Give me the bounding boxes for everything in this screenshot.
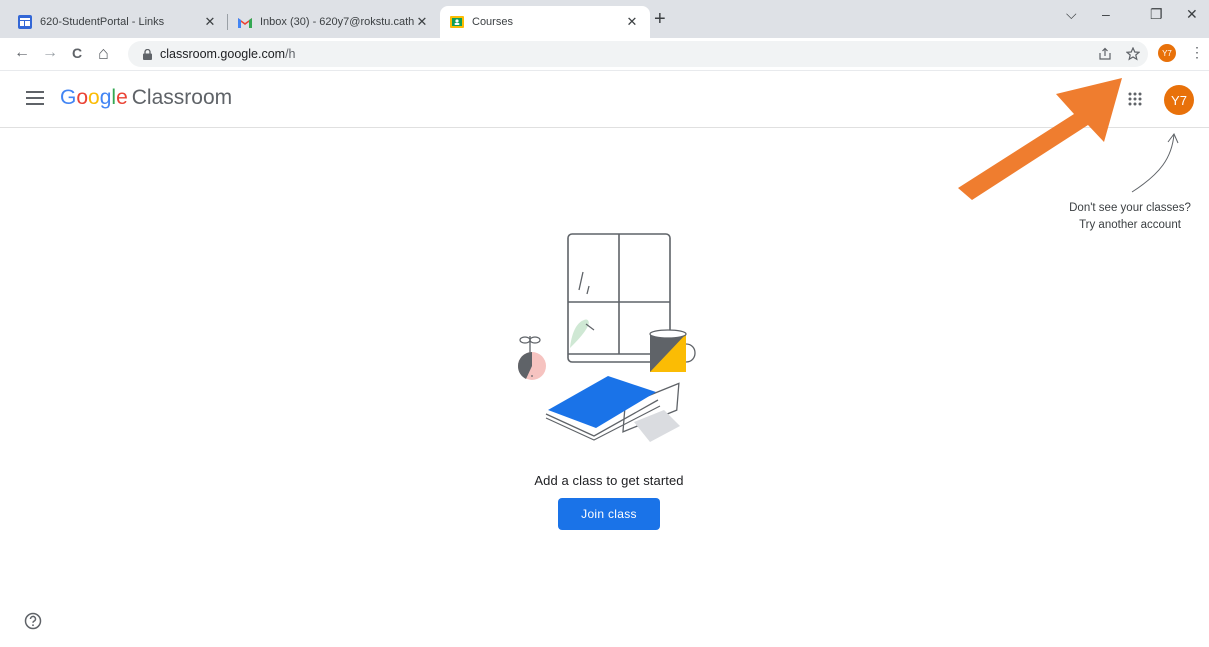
minimize-button[interactable]: – (1102, 6, 1110, 22)
account-avatar[interactable]: Y7 (1164, 85, 1194, 115)
annotation-arrow-icon (958, 78, 1122, 200)
home-button[interactable]: ⌂ (98, 42, 109, 64)
product-name: Classroom (131, 86, 233, 109)
tab-close-icon[interactable]: ✕ (414, 14, 430, 30)
tab-close-icon[interactable]: ✕ (624, 14, 640, 30)
logo-letter: o (76, 86, 89, 109)
empty-state-message: Add a class to get started (534, 473, 684, 488)
browser-menu-icon[interactable]: ⋮ (1190, 44, 1204, 61)
sites-icon (18, 15, 32, 29)
tab-close-icon[interactable]: ✕ (202, 14, 218, 30)
join-class-button[interactable]: Join class (558, 498, 660, 530)
tab-gmail-inbox[interactable]: Inbox (30) - 620y7@rokstu.cathol ✕ (228, 6, 440, 38)
forward-button[interactable]: → (42, 42, 58, 64)
hint-line-2: Try another account (1079, 219, 1181, 231)
bookmark-star-icon[interactable] (1126, 47, 1140, 61)
hint-line-1: Don't see your classes? (1069, 202, 1191, 214)
tab-title: Inbox (30) - 620y7@rokstu.cathol (260, 16, 414, 28)
restore-button[interactable]: ❐ (1150, 6, 1163, 23)
google-classroom-logo[interactable]: Google Classroom (60, 86, 232, 110)
lock-icon[interactable] (142, 48, 152, 60)
tab-search-icon[interactable]: ⌵ (1066, 6, 1077, 23)
browser-toolbar: ← → C ⌂ classroom.google.com/h Y7 ⋮ (0, 38, 1209, 71)
main-menu-icon[interactable] (26, 91, 44, 105)
logo-letter: o (88, 86, 100, 109)
share-icon[interactable] (1098, 47, 1112, 61)
back-button[interactable]: ← (14, 42, 30, 64)
gmail-icon (238, 15, 252, 29)
tab-title: Courses (472, 16, 513, 28)
address-bar[interactable]: classroom.google.com/h (128, 41, 1148, 67)
logo-letter: e (116, 86, 128, 109)
new-tab-button[interactable]: + (654, 9, 666, 29)
url-path: /h (285, 47, 296, 61)
tab-courses[interactable]: Courses ✕ (440, 6, 650, 38)
switch-account-hint: Don't see your classes? Try another acco… (1052, 200, 1208, 234)
logo-letter: g (99, 86, 112, 109)
url-text[interactable]: classroom.google.com/h (160, 47, 296, 61)
help-icon[interactable] (24, 612, 42, 630)
close-window-button[interactable]: ✕ (1186, 6, 1198, 23)
tab-title: 620-StudentPortal - Links (40, 16, 165, 28)
empty-state-illustration (517, 233, 696, 442)
google-apps-icon[interactable] (1128, 92, 1142, 106)
url-host: classroom.google.com (160, 47, 286, 61)
browser-profile-button[interactable]: Y7 (1158, 44, 1176, 62)
logo-letter: G (60, 86, 77, 109)
reload-button[interactable]: C (72, 42, 82, 64)
tab-strip: 620-StudentPortal - Links ✕ Inbox (30) -… (0, 0, 1209, 38)
classroom-icon (450, 15, 464, 29)
tab-student-portal[interactable]: 620-StudentPortal - Links ✕ (8, 6, 228, 38)
hint-curved-arrow-icon (1131, 133, 1179, 193)
